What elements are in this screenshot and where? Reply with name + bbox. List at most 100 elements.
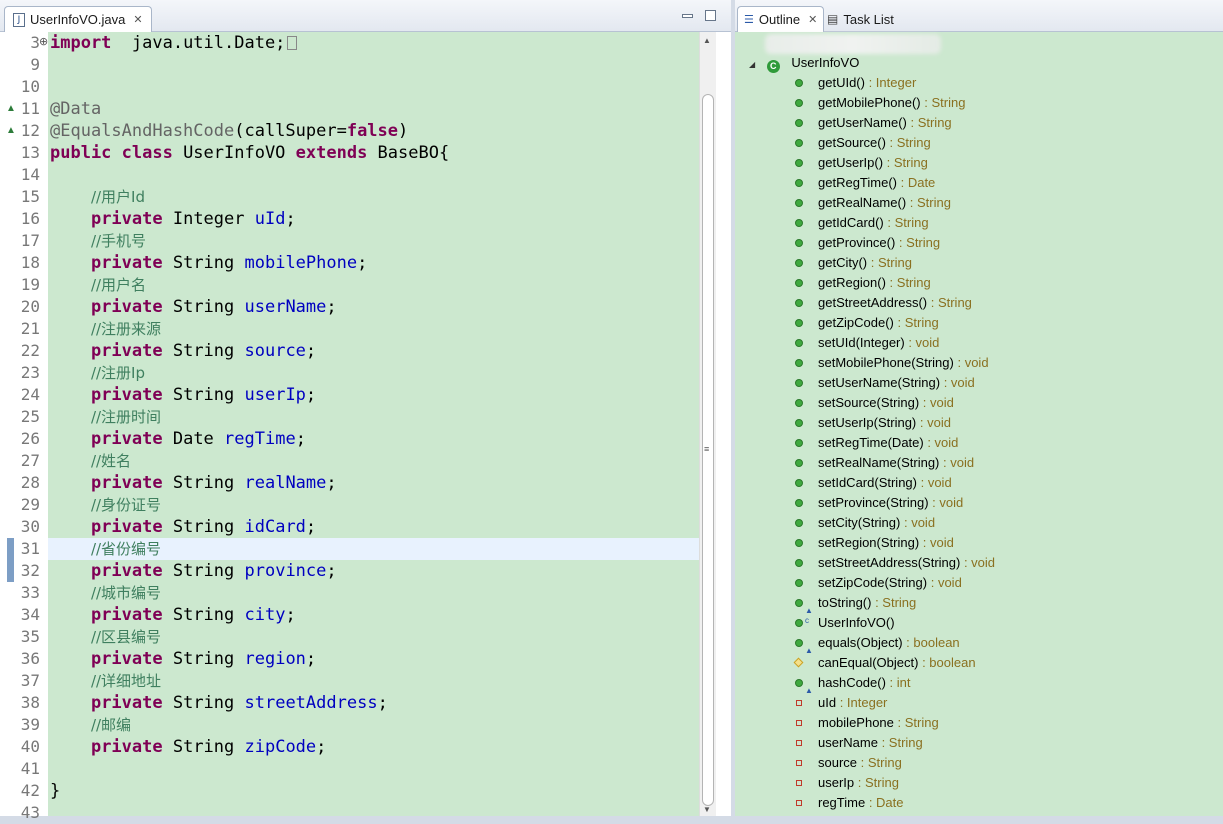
outline-item[interactable]: ▲ toString() : String bbox=[795, 593, 916, 615]
outline-item[interactable]: getUserName() : String bbox=[795, 113, 952, 133]
outline-item[interactable]: userIp : String bbox=[795, 773, 899, 793]
outline-item[interactable]: source : String bbox=[795, 753, 902, 773]
code-line[interactable]: private String source; bbox=[48, 340, 699, 362]
code-line[interactable]: private String region; bbox=[48, 648, 699, 670]
code-line[interactable]: private String userName; bbox=[48, 296, 699, 318]
code-line[interactable]: private Integer uId; bbox=[48, 208, 699, 230]
scroll-down-icon[interactable]: ▼ bbox=[703, 805, 711, 814]
scroll-up-icon[interactable]: ▲ bbox=[703, 36, 711, 45]
code-area[interactable]: import java.util.Date; @Data @EqualsAndHas… bbox=[48, 32, 699, 816]
code-line[interactable] bbox=[48, 758, 699, 780]
code-token: ; bbox=[285, 605, 296, 625]
code-line[interactable]: } bbox=[48, 780, 699, 802]
code-line[interactable]: //注册时间 bbox=[48, 406, 699, 428]
outline-item[interactable]: ▲ hashCode() : int bbox=[795, 673, 911, 695]
outline-item[interactable]: getStreetAddress() : String bbox=[795, 293, 972, 313]
outline-item[interactable]: mobilePhone : String bbox=[795, 713, 939, 733]
outline-item[interactable]: setRegTime(Date) : void bbox=[795, 433, 958, 453]
expand-fold-icon[interactable]: ⊕ bbox=[39, 35, 48, 48]
collapse-fold-icon[interactable]: ▲ bbox=[6, 125, 16, 136]
code-line[interactable]: //手机号 bbox=[48, 230, 699, 252]
comment-token: //身份证号 bbox=[90, 496, 162, 514]
tab-task-list[interactable]: ▤ Task List bbox=[827, 6, 894, 32]
outline-item[interactable]: getCity() : String bbox=[795, 253, 912, 273]
outline-item[interactable]: setZipCode(String) : void bbox=[795, 573, 962, 593]
code-line[interactable]: //城市编号 bbox=[48, 582, 699, 604]
code-line[interactable]: private String idCard; bbox=[48, 516, 699, 538]
outline-item[interactable]: getProvince() : String bbox=[795, 233, 940, 253]
field-token: mobilePhone bbox=[244, 253, 358, 273]
outline-item[interactable]: uId : Integer bbox=[795, 693, 887, 713]
outline-item[interactable]: getUId() : Integer bbox=[795, 73, 916, 93]
outline-item[interactable]: getRegTime() : Date bbox=[795, 173, 935, 193]
code-line[interactable] bbox=[48, 164, 699, 186]
outline-item[interactable]: setProvince(String) : void bbox=[795, 493, 963, 513]
overview-ruler[interactable] bbox=[716, 32, 731, 816]
code-line[interactable]: import java.util.Date; bbox=[48, 32, 699, 54]
code-line[interactable] bbox=[48, 802, 699, 824]
public-method-icon bbox=[795, 619, 803, 627]
outline-root[interactable]: ◢ C UserInfoVO bbox=[749, 53, 859, 73]
field-token: userIp bbox=[244, 385, 306, 405]
folded-block-icon[interactable] bbox=[287, 36, 298, 50]
outline-item[interactable]: getIdCard() : String bbox=[795, 213, 929, 233]
tab-userinfovo-java[interactable]: J UserInfoVO.java ✕ bbox=[4, 6, 152, 32]
close-icon[interactable]: ✕ bbox=[133, 13, 142, 26]
outline-item[interactable]: getZipCode() : String bbox=[795, 313, 939, 333]
code-line[interactable]: //区县编号 bbox=[48, 626, 699, 648]
outline-item[interactable]: getSource() : String bbox=[795, 133, 931, 153]
outline-item[interactable]: setStreetAddress(String) : void bbox=[795, 553, 995, 573]
outline-item[interactable]: regTime : Date bbox=[795, 793, 904, 813]
code-line[interactable]: //用户Id bbox=[48, 186, 699, 208]
outline-item[interactable]: setCity(String) : void bbox=[795, 513, 935, 533]
outline-item[interactable]: ▲ equals(Object) : boolean bbox=[795, 633, 960, 655]
code-line[interactable]: //姓名 bbox=[48, 450, 699, 472]
code-token: String bbox=[162, 605, 245, 625]
outline-item[interactable]: c UserInfoVO() bbox=[795, 613, 895, 633]
code-line[interactable]: @Data bbox=[48, 98, 699, 120]
code-token: BaseBO{ bbox=[367, 143, 450, 163]
outline-item[interactable]: setRegion(String) : void bbox=[795, 533, 954, 553]
code-line[interactable]: @EqualsAndHashCode(callSuper=false) bbox=[48, 120, 699, 142]
code-line[interactable]: private String zipCode; bbox=[48, 736, 699, 758]
code-line[interactable]: //省份编号 bbox=[48, 538, 699, 560]
code-line[interactable]: //身份证号 bbox=[48, 494, 699, 516]
code-line[interactable] bbox=[48, 76, 699, 98]
code-line[interactable]: //用户名 bbox=[48, 274, 699, 296]
outline-item[interactable]: getRegion() : String bbox=[795, 273, 931, 293]
outline-item[interactable]: setUserIp(String) : void bbox=[795, 413, 951, 433]
code-line[interactable]: private String streetAddress; bbox=[48, 692, 699, 714]
vertical-scrollbar[interactable]: ▲ ≡ ▼ bbox=[699, 32, 716, 816]
outline-item[interactable]: userName : String bbox=[795, 733, 923, 753]
code-line[interactable]: private String realName; bbox=[48, 472, 699, 494]
tab-outline[interactable]: ☰ Outline ✕ bbox=[737, 6, 825, 32]
code-line[interactable]: private String userIp; bbox=[48, 384, 699, 406]
code-line[interactable]: //详细地址 bbox=[48, 670, 699, 692]
code-line[interactable]: private String city; bbox=[48, 604, 699, 626]
code-line[interactable]: //邮编 bbox=[48, 714, 699, 736]
code-line[interactable]: public class UserInfoVO extends BaseBO{ bbox=[48, 142, 699, 164]
outline-item[interactable]: canEqual(Object) : boolean bbox=[793, 653, 976, 673]
minimize-icon[interactable] bbox=[682, 14, 693, 18]
code-line[interactable]: private Date regTime; bbox=[48, 428, 699, 450]
code-line[interactable]: private String province; bbox=[48, 560, 699, 582]
outline-item[interactable]: setUserName(String) : void bbox=[795, 373, 975, 393]
outline-item[interactable]: getRealName() : String bbox=[795, 193, 951, 213]
code-line[interactable]: private String mobilePhone; bbox=[48, 252, 699, 274]
outline-item[interactable]: setSource(String) : void bbox=[795, 393, 954, 413]
outline-item[interactable]: getMobilePhone() : String bbox=[795, 93, 965, 113]
close-icon[interactable]: ✕ bbox=[808, 13, 817, 26]
outline-item[interactable]: setRealName(String) : void bbox=[795, 453, 974, 473]
code-line[interactable] bbox=[48, 54, 699, 76]
outline-item[interactable]: setUId(Integer) : void bbox=[795, 333, 939, 353]
code-line[interactable]: //注册Ip bbox=[48, 362, 699, 384]
maximize-icon[interactable] bbox=[705, 10, 716, 21]
outline-item[interactable]: getUserIp() : String bbox=[795, 153, 928, 173]
code-line[interactable]: //注册来源 bbox=[48, 318, 699, 340]
keyword-token: private bbox=[90, 693, 163, 713]
outline-item[interactable]: setIdCard(String) : void bbox=[795, 473, 952, 493]
outline-item[interactable]: setMobilePhone(String) : void bbox=[795, 353, 989, 373]
collapse-fold-icon[interactable]: ▲ bbox=[6, 103, 16, 114]
